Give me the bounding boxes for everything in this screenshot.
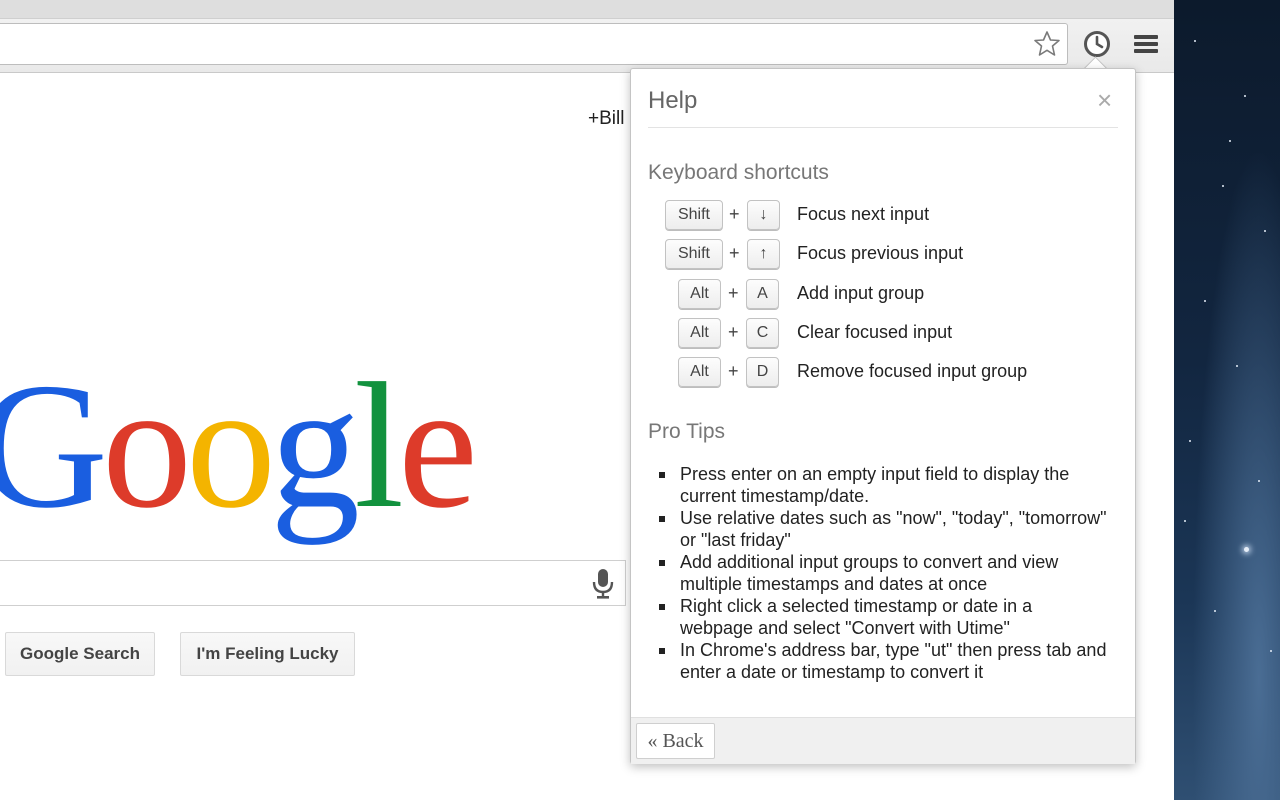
list-item: Use relative dates such as "now", "today…: [657, 507, 1107, 551]
divider: [648, 127, 1118, 128]
down-arrow-key: ↓: [747, 200, 780, 230]
shortcut-description: Focus next input: [797, 204, 930, 224]
plus-sign: +: [728, 361, 739, 381]
alt-key: Alt: [678, 357, 721, 387]
bookmark-star-icon[interactable]: [1032, 29, 1062, 59]
back-button[interactable]: « Back: [636, 723, 715, 759]
close-icon[interactable]: ×: [1097, 87, 1112, 113]
logo-letter: o: [186, 346, 276, 545]
a-key: A: [746, 279, 779, 309]
shortcut-description: Clear focused input: [797, 322, 953, 342]
hamburger-menu-icon[interactable]: [1132, 31, 1160, 57]
tab-strip: [0, 0, 1174, 19]
list-item: Add additional input groups to convert a…: [657, 551, 1107, 595]
shortcut-row: Alt + A Add input group: [631, 279, 1137, 311]
help-popup: Help × Keyboard shortcuts Shift + ↓ Focu…: [630, 68, 1136, 764]
logo-letter: G: [0, 346, 108, 545]
feeling-lucky-button[interactable]: I'm Feeling Lucky: [180, 632, 355, 676]
shortcut-description: Add input group: [797, 283, 925, 303]
address-bar[interactable]: [0, 23, 1068, 65]
logo-letter: o: [102, 346, 192, 545]
shortcut-row: Alt + D Remove focused input group: [631, 357, 1137, 389]
d-key: D: [746, 357, 779, 387]
google-search-button[interactable]: Google Search: [5, 632, 155, 676]
microphone-icon[interactable]: [590, 567, 616, 601]
plus-sign: +: [729, 204, 740, 224]
clock-icon[interactable]: [1082, 29, 1112, 59]
list-item: Right click a selected timestamp or date…: [657, 595, 1107, 639]
shortcut-row: Shift + ↑ Focus previous input: [631, 239, 1137, 271]
shortcut-row: Shift + ↓ Focus next input: [631, 200, 1137, 232]
logo-letter: e: [398, 346, 478, 545]
plus-sign: +: [728, 283, 739, 303]
plus-sign: +: [729, 243, 740, 263]
user-profile-link[interactable]: +Bill: [588, 108, 624, 130]
list-item: Press enter on an empty input field to d…: [657, 463, 1107, 507]
pro-tips-list: Press enter on an empty input field to d…: [657, 463, 1107, 683]
shortcut-description: Focus previous input: [797, 243, 964, 263]
google-logo: Google: [0, 346, 478, 545]
shift-key: Shift: [665, 239, 723, 269]
browser-toolbar: [0, 0, 1174, 73]
up-arrow-key: ↑: [747, 239, 780, 269]
shift-key: Shift: [665, 200, 723, 230]
shortcut-description: Remove focused input group: [797, 361, 1028, 381]
logo-letter: l: [354, 346, 404, 545]
plus-sign: +: [728, 322, 739, 342]
logo-letter: g: [270, 346, 360, 545]
list-item: In Chrome's address bar, type "ut" then …: [657, 639, 1107, 683]
pro-tips-heading: Pro Tips: [648, 420, 726, 443]
desktop-background: [1174, 0, 1280, 800]
google-search-input[interactable]: [0, 560, 626, 606]
shortcut-row: Alt + C Clear focused input: [631, 318, 1137, 350]
alt-key: Alt: [678, 279, 721, 309]
c-key: C: [746, 318, 779, 348]
shortcuts-heading: Keyboard shortcuts: [648, 161, 829, 184]
alt-key: Alt: [678, 318, 721, 348]
popup-title: Help: [648, 87, 698, 114]
popup-footer: « Back: [631, 717, 1135, 764]
